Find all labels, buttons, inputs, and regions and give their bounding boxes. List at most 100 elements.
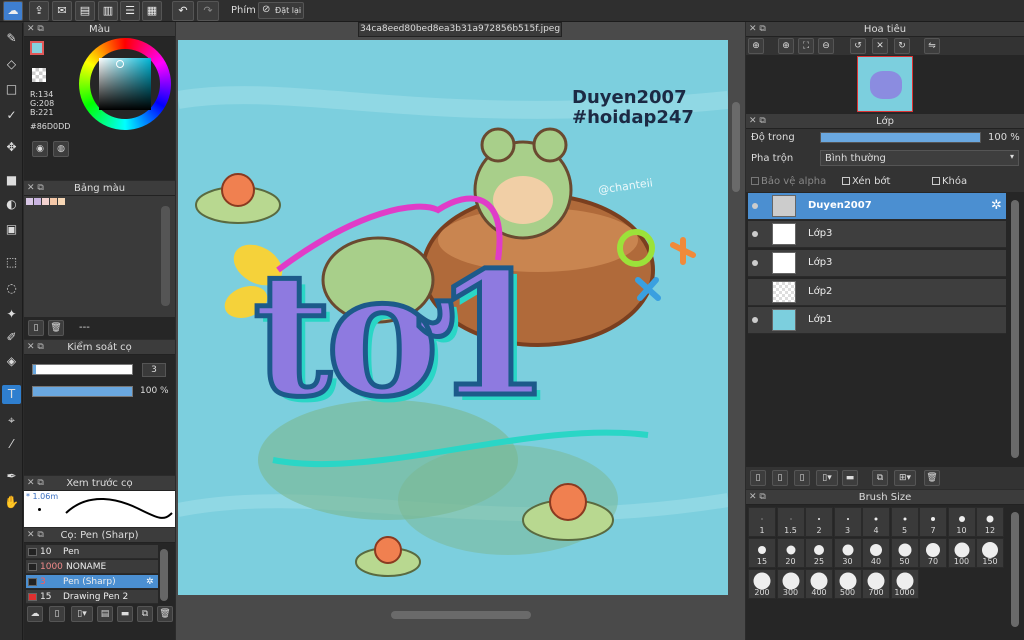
artwork-canvas[interactable]: Duyen2007 #hoidap247 @chanteii tơ1 [178, 40, 728, 595]
brush-doc-icon[interactable]: ▤ [97, 606, 113, 622]
panel-close-icon[interactable]: ✕ ⧉ [27, 181, 44, 196]
lasso-tool-icon[interactable]: ◌ [2, 279, 21, 298]
palette-scrollbar[interactable] [161, 206, 170, 306]
new-layer-alt-icon[interactable]: ▯ [772, 470, 788, 486]
palette-swatch[interactable] [58, 198, 65, 205]
rotate-left-icon[interactable]: ↺ [850, 38, 866, 54]
delete-palette-icon[interactable]: 🗑 [48, 320, 64, 336]
saturation-square[interactable] [99, 58, 151, 110]
navigator-thumbnail[interactable] [857, 56, 913, 112]
brush-size-option[interactable]: 15 [748, 538, 776, 568]
export-icon[interactable]: ⇪ [29, 1, 49, 21]
layer-item-selected[interactable]: Duyen2007 ✲ [748, 193, 1006, 220]
merge-layer-icon[interactable]: ⊞▾ [894, 470, 916, 486]
list-icon[interactable]: ☰ [120, 1, 140, 21]
brush-size-option[interactable]: 3 [833, 507, 862, 537]
zoom-in-icon[interactable]: ⊕ [748, 38, 764, 54]
fit-screen-icon[interactable]: ⛶ [798, 38, 814, 54]
check-tool-icon[interactable]: ✓ [2, 106, 21, 125]
hue-ring[interactable] [79, 38, 171, 130]
brush-delete-icon[interactable]: 🗑 [157, 606, 173, 622]
grid-icon[interactable]: ▦ [142, 1, 162, 21]
brush-size-option[interactable]: 2 [805, 507, 833, 537]
brush-size-option[interactable]: 30 [833, 538, 862, 568]
layer-item[interactable]: Lớp2 [748, 279, 1006, 306]
flip-icon[interactable]: ⇋ [924, 38, 940, 54]
clip-checkbox[interactable]: Xén bớt [842, 176, 890, 187]
layer-visibility-icon[interactable] [752, 231, 758, 237]
palette-swatch[interactable] [34, 198, 41, 205]
panel-close-icon[interactable]: ✕ ⧉ [27, 340, 44, 355]
undo-button[interactable]: ↶ [172, 1, 194, 21]
canvas-scrollbar-horizontal[interactable] [391, 611, 531, 619]
comment-icon[interactable]: ✉ [52, 1, 72, 21]
hand-tool-icon[interactable]: ✋ [2, 493, 21, 512]
brush-size-slider[interactable] [32, 364, 133, 375]
brush-size-option[interactable]: 20 [776, 538, 805, 568]
rotate-reset-icon[interactable]: ✕ [872, 38, 888, 54]
wand-tool-icon[interactable]: ✦ [2, 305, 21, 324]
pen-tool-icon[interactable]: ✒ [2, 467, 21, 486]
foreground-color[interactable] [30, 41, 44, 55]
brush-size-option[interactable]: 25 [805, 538, 833, 568]
layer-visibility-icon[interactable] [752, 317, 758, 323]
brush-item[interactable]: 15 Drawing Pen 2 [26, 590, 158, 604]
rect-tool-icon[interactable]: ■ [2, 171, 21, 190]
select-eraser-icon[interactable]: ◈ [2, 352, 21, 371]
text-tool-icon[interactable]: T [2, 385, 21, 404]
brush-size-option[interactable]: 1.5 [776, 507, 805, 537]
app-logo-button[interactable]: ☁ [3, 1, 23, 21]
brush-size-option[interactable]: 1000 [890, 569, 919, 599]
background-color-checker[interactable] [32, 68, 46, 82]
document-icon[interactable]: ▥ [98, 1, 118, 21]
brush-size-option[interactable]: 700 [862, 569, 890, 599]
color-mixer-icon[interactable]: ◍ [53, 141, 69, 157]
layer-list-scrollbar[interactable] [1011, 200, 1019, 458]
brush-size-option[interactable]: 200 [748, 569, 776, 599]
brush-size-option[interactable]: 10 [947, 507, 976, 537]
fill-tool-icon[interactable]: ◐ [2, 195, 21, 214]
brush-size-option[interactable]: 100 [947, 538, 976, 568]
brush-size-option[interactable]: 5 [890, 507, 919, 537]
operation-tool-icon[interactable]: ⌖ [2, 411, 21, 430]
brush-size-option[interactable]: 300 [776, 569, 805, 599]
layer-item[interactable]: Lớp3 [748, 221, 1006, 248]
brush-tool-icon[interactable]: ✎ [2, 29, 21, 48]
brush-size-scrollbar[interactable] [1011, 512, 1019, 627]
brush-size-option[interactable]: 1 [748, 507, 776, 537]
color-palette-icon[interactable]: ◉ [32, 141, 48, 157]
delete-layer-icon[interactable]: 🗑 [924, 470, 940, 486]
panel-close-icon[interactable]: ✕ ⧉ [749, 490, 766, 505]
canvas-scrollbar-vertical[interactable] [732, 102, 740, 192]
navigator-preview[interactable] [746, 55, 1024, 115]
brush-new-icon[interactable]: ▯ [49, 606, 65, 622]
layer-settings-icon[interactable]: ✲ [991, 198, 1002, 213]
panel-close-icon[interactable]: ✕ ⧉ [749, 114, 766, 129]
brush-size-option[interactable]: 70 [919, 538, 947, 568]
gradient-tool-icon[interactable]: ▣ [2, 220, 21, 239]
brush-size-option[interactable]: 500 [833, 569, 862, 599]
redo-button[interactable]: ↷ [197, 1, 219, 21]
brush-settings-icon[interactable]: ✲ [146, 575, 154, 589]
move-tool-icon[interactable]: ✥ [2, 138, 21, 157]
brush-item[interactable]: 1000 NONAME [26, 560, 158, 574]
zoom-out-icon[interactable]: ⊖ [818, 38, 834, 54]
brush-folder-icon[interactable]: ▬ [117, 606, 133, 622]
layer-opacity-slider[interactable] [820, 132, 981, 143]
brush-size-option[interactable]: 50 [890, 538, 919, 568]
palette-swatch[interactable] [50, 198, 57, 205]
brush-opacity-slider[interactable] [32, 386, 133, 397]
protect-alpha-checkbox[interactable]: Bảo vệ alpha [751, 176, 826, 187]
brush-list-scrollbar[interactable] [160, 549, 168, 601]
brush-add-icon[interactable]: ▯▾ [71, 606, 93, 622]
brush-copy-icon[interactable]: ⧉ [137, 606, 153, 622]
brush-size-option[interactable]: 40 [862, 538, 890, 568]
panel-close-icon[interactable]: ✕ ⧉ [27, 476, 44, 491]
eyedropper-tool-icon[interactable]: ⁄ [2, 435, 21, 454]
lock-checkbox[interactable]: Khóa [932, 176, 967, 187]
brush-size-value[interactable]: 3 [142, 363, 166, 377]
layer-item[interactable]: Lớp3 [748, 250, 1006, 277]
shape-tool-icon[interactable]: □ [2, 80, 21, 99]
panel-close-icon[interactable]: ✕ ⧉ [27, 22, 44, 37]
layer-visibility-icon[interactable] [752, 260, 758, 266]
